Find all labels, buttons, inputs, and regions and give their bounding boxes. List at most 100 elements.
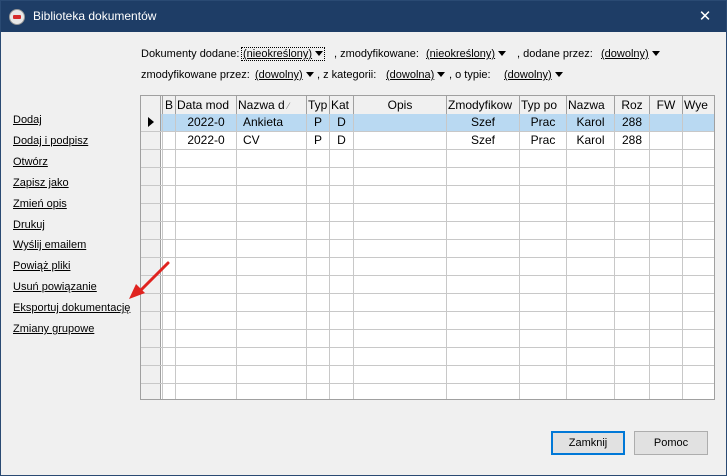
header-typ-po[interactable]: Typ po [520,96,567,114]
cell-description [354,168,447,185]
sidebar-item-wyslij-emailem[interactable]: Wyślij emailem [13,239,86,251]
cell-fw [650,294,683,311]
table-cell [163,204,176,221]
sidebar-item-powiaz-pliki[interactable]: Powiąż pliki [13,260,70,272]
cell-wye [683,204,714,221]
cell-category [330,150,354,167]
header-roz[interactable]: Roz [615,96,650,114]
cell-date [176,348,237,365]
sidebar-item-zmien-opis[interactable]: Zmień opis [13,198,67,210]
empty-table-row[interactable] [141,294,714,312]
empty-table-row[interactable] [141,276,714,294]
header-nazwa[interactable]: Nazwa [567,96,615,114]
cell-typ-po [520,204,567,221]
cell-name [237,312,307,329]
table-row[interactable]: 2022-0 CV P D Szef Prac Karol 288 [141,132,714,150]
cell-nazwa [567,384,615,399]
sidebar-item-otworz[interactable]: Otwórz [13,156,48,168]
cell-date [176,366,237,383]
label-modified: , zmodyfikowane: [334,48,419,60]
header-opis[interactable]: Opis [354,96,447,114]
app-icon [9,9,25,25]
cell-category [330,186,354,203]
table-row[interactable]: 2022-0 Ankieta P D Szef Prac Karol 288 [141,114,714,132]
sidebar-item-zmiany-grupowe[interactable]: Zmiany grupowe [13,323,94,335]
cell-description [354,276,447,293]
dropdown-modified[interactable]: (nieokreślony) [426,48,507,60]
cell-category [330,366,354,383]
cell-wye [683,276,714,293]
sidebar-item-drukuj[interactable]: Drukuj [13,219,45,231]
cell-name [237,330,307,347]
close-window-button[interactable]: ✕ [690,5,720,27]
header-nazwa-d[interactable]: Nazwa d ⁄ [237,96,307,114]
current-row-arrow-icon [147,117,154,127]
cell-type [307,312,330,329]
empty-table-row[interactable] [141,348,714,366]
cell-wye [683,114,714,131]
empty-table-row[interactable] [141,330,714,348]
documents-grid[interactable]: B Data mod Nazwa d ⁄ Typ Kat Opis Zmodyfi… [140,95,715,400]
cell-date [176,222,237,239]
cell-type [307,276,330,293]
cell-description [354,366,447,383]
cell-typ-po [520,258,567,275]
empty-table-row[interactable] [141,168,714,186]
sidebar-item-usun-powiazanie[interactable]: Usuń powiązanie [13,281,97,293]
dropdown-type[interactable]: (dowolny) [504,69,563,81]
empty-table-row[interactable] [141,186,714,204]
table-cell [163,330,176,347]
cell-type [307,186,330,203]
label-modified-by: zmodyfikowane przez: [141,69,250,81]
empty-table-row[interactable] [141,258,714,276]
empty-table-row[interactable] [141,384,714,399]
dropdown-category[interactable]: (dowolna) [386,69,446,81]
cell-nazwa [567,366,615,383]
sidebar-item-eksportuj-dokumentacje[interactable]: Eksportuj dokumentację [13,302,130,314]
table-cell [163,240,176,257]
empty-table-row[interactable] [141,222,714,240]
cell-nazwa: Karol [567,132,615,149]
header-nazwa-d-label: Nazwa d [238,98,285,112]
header-kat[interactable]: Kat [330,96,354,114]
cell-typ-po [520,366,567,383]
empty-table-row[interactable] [141,312,714,330]
cell-size [615,330,650,347]
cell-date [176,294,237,311]
sidebar-item-dodaj[interactable]: Dodaj [13,114,42,126]
cell-size: 288 [615,132,650,149]
empty-table-row[interactable] [141,150,714,168]
cell-name [237,168,307,185]
help-button[interactable]: Pomoc [634,431,708,455]
cell-typ-po [520,222,567,239]
dropdown-added-by[interactable]: (dowolny) [601,48,660,60]
header-data-mod[interactable]: Data mod [176,96,237,114]
cell-category: D [330,114,354,131]
cell-size [615,186,650,203]
close-button[interactable]: Zamknij [551,431,625,455]
cell-fw [650,114,683,131]
empty-table-row[interactable] [141,366,714,384]
dropdown-added-value: (nieokreślony) [243,48,313,60]
header-b[interactable]: B [163,96,176,114]
empty-table-row[interactable] [141,204,714,222]
header-fw[interactable]: FW [650,96,683,114]
label-added-by: , dodane przez: [517,48,593,60]
dropdown-type-value: (dowolny) [504,69,552,81]
cell-description [354,312,447,329]
cell-wye [683,132,714,149]
cell-size: 288 [615,114,650,131]
sidebar-item-dodaj-i-podpisz[interactable]: Dodaj i podpisz [13,135,88,147]
cell-description [354,150,447,167]
dropdown-modified-by[interactable]: (dowolny) [255,69,314,81]
header-zmodyfikow[interactable]: Zmodyfikow [447,96,520,114]
empty-table-row[interactable] [141,240,714,258]
cell-fw [650,258,683,275]
chevron-down-icon [554,72,563,77]
header-wye[interactable]: Wye [683,96,714,114]
row-indicator [141,204,161,221]
header-typ[interactable]: Typ [307,96,330,114]
dropdown-added[interactable]: (nieokreślony) [241,47,326,61]
cell-wye [683,312,714,329]
sidebar-item-zapisz-jako[interactable]: Zapisz jako [13,177,69,189]
